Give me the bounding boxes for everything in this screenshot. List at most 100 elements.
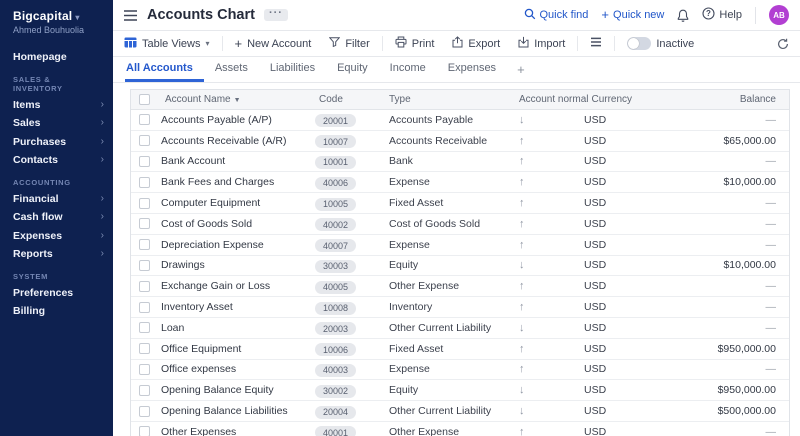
row-checkbox[interactable] <box>139 135 150 146</box>
row-checkbox-cell <box>131 260 157 271</box>
tab-expenses[interactable]: Expenses <box>437 57 507 82</box>
sidebar-item-sales[interactable]: Sales› <box>0 114 113 133</box>
column-header-account-name[interactable]: Account Name▼ <box>157 94 311 105</box>
account-name-cell: Accounts Receivable (A/R) <box>157 135 311 147</box>
code-badge: 40005 <box>315 281 356 294</box>
column-header-balance[interactable]: Balance <box>668 94 789 105</box>
arrow-up-icon: ↑ <box>513 176 581 188</box>
table-row-inventory-asset[interactable]: Inventory Asset10008Inventory↑USD— <box>131 297 789 318</box>
account-code-cell: 40005 <box>311 277 381 295</box>
inactive-toggle[interactable] <box>627 37 651 50</box>
sidebar-item-reports[interactable]: Reports› <box>0 245 113 264</box>
row-height-button[interactable] <box>581 31 611 56</box>
table-row-opening-balance-equity[interactable]: Opening Balance Equity30002Equity↓USD$95… <box>131 380 789 401</box>
balance-cell: — <box>661 218 789 230</box>
account-type-cell: Fixed Asset <box>381 197 513 209</box>
table-row-accounts-receivable-a-r[interactable]: Accounts Receivable (A/R)10007Accounts R… <box>131 131 789 152</box>
account-name-cell: Inventory Asset <box>157 301 311 313</box>
sidebar-item-financial[interactable]: Financial› <box>0 190 113 209</box>
code-badge: 40003 <box>315 364 356 377</box>
user-name: Ahmed Bouhuolia <box>0 23 113 35</box>
table-row-loan[interactable]: Loan20003Other Current Liability↓USD— <box>131 318 789 339</box>
table-row-computer-equipment[interactable]: Computer Equipment10005Fixed Asset↑USD— <box>131 193 789 214</box>
sidebar-item-purchases[interactable]: Purchases› <box>0 133 113 152</box>
table-row-office-expenses[interactable]: Office expenses40003Expense↑USD— <box>131 360 789 381</box>
row-checkbox[interactable] <box>139 114 150 125</box>
row-checkbox[interactable] <box>139 281 150 292</box>
sidebar-item-label: Billing <box>13 302 45 321</box>
notifications-bell-icon[interactable] <box>677 9 689 22</box>
filter-button[interactable]: Filter <box>320 31 378 56</box>
chevron-right-icon: › <box>101 227 104 246</box>
refresh-button[interactable] <box>777 38 789 50</box>
row-checkbox[interactable] <box>139 177 150 188</box>
quick-find-button[interactable]: Quick find <box>524 8 589 23</box>
balance-cell: — <box>661 239 789 251</box>
row-checkbox[interactable] <box>139 156 150 167</box>
tab-income[interactable]: Income <box>379 57 437 82</box>
tab-all-accounts[interactable]: All Accounts <box>125 57 204 82</box>
sidebar-item-label: Purchases <box>13 133 66 152</box>
column-header-type[interactable]: Type <box>381 94 513 105</box>
hamburger-menu-icon[interactable] <box>124 10 137 21</box>
sidebar-item-preferences[interactable]: Preferences <box>0 284 113 303</box>
more-options-button[interactable]: ··· <box>264 9 288 21</box>
column-header-code[interactable]: Code <box>311 94 381 105</box>
table-row-other-expenses[interactable]: Other Expenses40001Other Expense↑USD— <box>131 422 789 436</box>
export-button[interactable]: Export <box>443 31 509 56</box>
quick-new-button[interactable]: + Quick new <box>601 9 664 21</box>
account-name-cell: Bank Fees and Charges <box>157 176 311 188</box>
row-checkbox-cell <box>131 406 157 417</box>
row-checkbox[interactable] <box>139 198 150 209</box>
row-checkbox[interactable] <box>139 260 150 271</box>
column-header-account-normal[interactable]: Account normal <box>513 94 588 105</box>
table-row-bank-fees-and-charges[interactable]: Bank Fees and Charges40006Expense↑USD$10… <box>131 172 789 193</box>
sidebar-item-items[interactable]: Items› <box>0 96 113 115</box>
table-row-opening-balance-liabilities[interactable]: Opening Balance Liabilities20004Other Cu… <box>131 401 789 422</box>
select-all-checkbox[interactable] <box>139 94 150 105</box>
table-row-drawings[interactable]: Drawings30003Equity↓USD$10,000.00 <box>131 256 789 277</box>
row-checkbox[interactable] <box>139 343 150 354</box>
row-checkbox[interactable] <box>139 322 150 333</box>
add-tab-button[interactable]: + <box>507 57 535 82</box>
row-checkbox[interactable] <box>139 239 150 250</box>
row-checkbox-cell <box>131 281 157 292</box>
column-header-currency[interactable]: Currency <box>588 94 668 105</box>
table-row-cost-of-goods-sold[interactable]: Cost of Goods Sold40002Cost of Goods Sol… <box>131 214 789 235</box>
table-views-button[interactable]: Table Views ▾ <box>124 31 219 56</box>
table-row-exchange-gain-or-loss[interactable]: Exchange Gain or Loss40005Other Expense↑… <box>131 276 789 297</box>
tab-liabilities[interactable]: Liabilities <box>259 57 326 82</box>
accounts-table: Account Name▼ Code Type Account normal C… <box>130 89 790 436</box>
table-row-bank-account[interactable]: Bank Account10001Bank↑USD— <box>131 152 789 173</box>
table-row-depreciation-expense[interactable]: Depreciation Expense40007Expense↑USD— <box>131 235 789 256</box>
sidebar-item-homepage[interactable]: Homepage <box>0 48 113 67</box>
tab-assets[interactable]: Assets <box>204 57 259 82</box>
avatar[interactable]: AB <box>769 5 789 25</box>
help-button[interactable]: ? Help <box>702 7 742 23</box>
row-checkbox[interactable] <box>139 426 150 436</box>
tab-equity[interactable]: Equity <box>326 57 379 82</box>
account-type-cell: Accounts Receivable <box>381 135 513 147</box>
row-checkbox[interactable] <box>139 406 150 417</box>
arrow-up-icon: ↑ <box>513 218 581 230</box>
sidebar-item-cash-flow[interactable]: Cash flow› <box>0 208 113 227</box>
chevron-down-icon: ▾ <box>206 39 210 48</box>
row-checkbox[interactable] <box>139 218 150 229</box>
sidebar-item-billing[interactable]: Billing <box>0 302 113 321</box>
sidebar-item-expenses[interactable]: Expenses› <box>0 227 113 246</box>
row-checkbox[interactable] <box>139 385 150 396</box>
sidebar-item-contacts[interactable]: Contacts› <box>0 151 113 170</box>
print-button[interactable]: Print <box>386 31 444 56</box>
table-row-accounts-payable-a-p[interactable]: Accounts Payable (A/P)20001Accounts Paya… <box>131 110 789 131</box>
new-account-button[interactable]: + New Account <box>226 31 321 56</box>
table-row-office-equipment[interactable]: Office Equipment10006Fixed Asset↑USD$950… <box>131 339 789 360</box>
row-checkbox[interactable] <box>139 302 150 313</box>
topbar: Accounts Chart ··· Quick find + Quick ne… <box>113 0 800 30</box>
row-checkbox-cell <box>131 426 157 436</box>
topbar-divider <box>755 7 756 24</box>
row-checkbox[interactable] <box>139 364 150 375</box>
import-button[interactable]: Import <box>509 31 574 56</box>
brand-menu[interactable]: Bigcapital▾ <box>0 9 113 23</box>
currency-cell: USD <box>581 384 661 396</box>
account-tabs: All AccountsAssetsLiabilitiesEquityIncom… <box>113 57 800 83</box>
